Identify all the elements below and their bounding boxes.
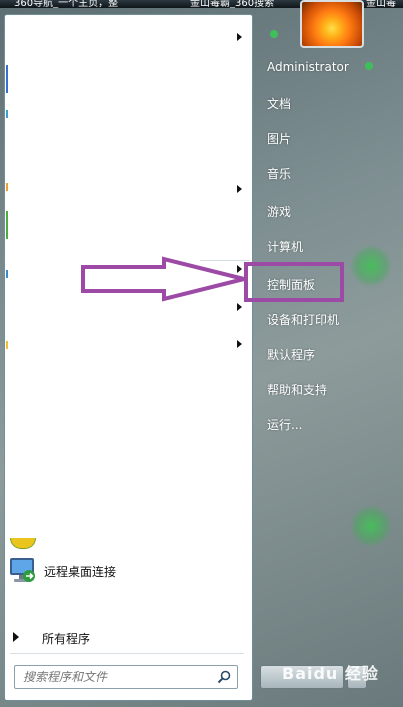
search-box[interactable] xyxy=(14,665,238,689)
programs-pane xyxy=(4,14,253,628)
remote-desktop-icon xyxy=(10,558,35,582)
decorative-blob xyxy=(350,505,392,547)
decorative-blob xyxy=(350,245,392,287)
divider xyxy=(10,653,244,654)
taskbar-tab[interactable]: 金山毒 xyxy=(366,0,396,8)
pinned-item-edge xyxy=(6,110,8,118)
taskbar-tab[interactable]: 金山毒霸_360搜索 xyxy=(190,0,274,8)
taskbar-tab[interactable]: 360导航_一个主页，整 xyxy=(14,0,118,8)
right-item-default-programs[interactable]: 默认程序 xyxy=(267,346,315,363)
right-item-music[interactable]: 音乐 xyxy=(267,165,291,182)
search-icon[interactable] xyxy=(217,670,231,684)
pinned-item-edge xyxy=(6,183,8,191)
submenu-arrow-icon[interactable] xyxy=(237,303,242,311)
search-input[interactable] xyxy=(21,668,213,686)
remote-desktop-item[interactable]: 远程桌面连接 xyxy=(8,555,238,587)
right-item-devices-printers[interactable]: 设备和打印机 xyxy=(267,311,339,328)
pinned-item-edge xyxy=(6,211,8,239)
user-picture[interactable] xyxy=(300,0,364,48)
triangle-right-icon xyxy=(13,632,19,642)
remote-desktop-label: 远程桌面连接 xyxy=(44,565,117,579)
all-programs-button[interactable]: 所有程序 xyxy=(4,623,250,651)
user-name-link[interactable]: Administrator xyxy=(267,60,349,74)
watermark: Baidu 经验 xyxy=(282,664,379,683)
right-item-computer[interactable]: 计算机 xyxy=(267,238,303,255)
right-item-pictures[interactable]: 图片 xyxy=(267,130,291,147)
submenu-arrow-icon[interactable] xyxy=(237,33,242,41)
pinned-item-edge xyxy=(6,65,8,93)
pinned-item-edge xyxy=(6,270,8,278)
arrow-right-icon xyxy=(81,256,245,302)
submenu-arrow-icon[interactable] xyxy=(237,340,242,348)
all-programs-label: 所有程序 xyxy=(42,632,91,646)
right-item-help-support[interactable]: 帮助和支持 xyxy=(267,381,327,398)
submenu-arrow-icon[interactable] xyxy=(237,185,242,193)
right-item-games[interactable]: 游戏 xyxy=(267,203,291,220)
right-item-documents[interactable]: 文档 xyxy=(267,95,291,112)
status-dot xyxy=(270,30,278,38)
right-item-run[interactable]: 运行... xyxy=(267,416,302,433)
status-dot xyxy=(365,62,373,70)
highlight-box xyxy=(244,262,344,302)
pinned-item-edge xyxy=(6,341,8,349)
